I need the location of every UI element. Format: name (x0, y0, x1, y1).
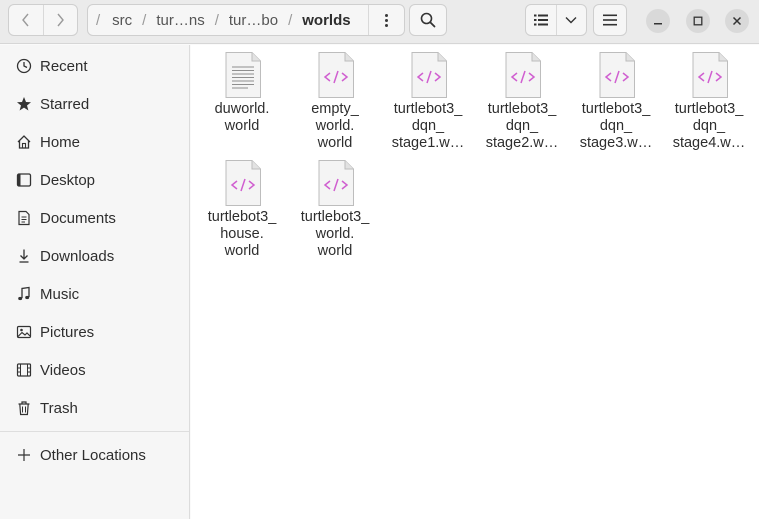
file-item[interactable]: duworld. world (196, 51, 288, 135)
sidebar-item-label: Recent (40, 57, 88, 75)
sidebar-item-label: Other Locations (40, 446, 146, 464)
path-separator: / (288, 11, 293, 29)
file-item[interactable]: turtlebot3_ dqn_ stage2.w… (476, 51, 568, 152)
view-options-group (525, 4, 587, 36)
chevron-down-icon (565, 17, 577, 24)
close-icon (732, 16, 742, 26)
sidebar-item-recent[interactable]: Recent (0, 51, 189, 81)
file-item[interactable]: empty_ world. world (289, 51, 381, 152)
file-item[interactable]: turtlebot3_ dqn_ stage4.w… (663, 51, 755, 152)
file-item[interactable]: turtlebot3_ dqn_ stage3.w… (570, 51, 662, 152)
plus-icon (14, 445, 34, 465)
file-name: turtlebot3_ world. world (300, 209, 370, 259)
sidebar-item-starred[interactable]: Starred (0, 89, 189, 119)
file-name: empty_ world. world (311, 101, 359, 151)
path-menu-button[interactable] (368, 5, 404, 35)
sidebar-item-downloads[interactable]: Downloads (0, 241, 189, 271)
desktop-icon (14, 170, 34, 190)
sidebar: Recent Starred Home Desktop Documents Do… (0, 45, 190, 519)
code-file-icon (318, 160, 354, 206)
sidebar-item-label: Starred (40, 95, 90, 113)
breadcrumb-tur-ns[interactable]: tur…ns (156, 12, 204, 29)
sidebar-item-trash[interactable]: Trash (0, 393, 189, 423)
code-file-icon (505, 52, 541, 98)
sidebar-item-documents[interactable]: Documents (0, 203, 189, 233)
home-icon (14, 132, 34, 152)
download-icon (14, 246, 34, 266)
sidebar-item-label: Trash (40, 399, 78, 417)
hamburger-icon (603, 14, 617, 26)
breadcrumb-tur-bo[interactable]: tur…bo (229, 12, 278, 29)
file-name: duworld. world (214, 101, 270, 134)
file-item[interactable]: turtlebot3_ world. world (289, 159, 381, 260)
code-file-icon (318, 52, 354, 98)
file-grid: duworld. world empty_ world. world turtl… (191, 45, 759, 519)
back-button[interactable] (9, 5, 43, 35)
sidebar-item-label: Documents (40, 209, 116, 227)
sidebar-item-label: Desktop (40, 171, 96, 189)
path-separator: / (96, 11, 101, 29)
star-icon (14, 94, 34, 114)
breadcrumb-src[interactable]: src (112, 12, 132, 29)
file-name: turtlebot3_ dqn_ stage1.w… (391, 101, 465, 151)
minimize-button[interactable] (646, 9, 670, 33)
chevron-left-icon (21, 13, 29, 27)
file-name: turtlebot3_ dqn_ stage2.w… (485, 101, 559, 151)
sidebar-item-videos[interactable]: Videos (0, 355, 189, 385)
sidebar-item-label: Videos (40, 361, 86, 379)
forward-button[interactable] (42, 5, 78, 35)
text-file-icon (225, 52, 261, 98)
file-name: turtlebot3_ house. world (207, 209, 277, 259)
navigation-buttons (8, 4, 78, 36)
sidebar-divider (0, 431, 189, 432)
music-icon (14, 284, 34, 304)
path-separator: / (214, 11, 219, 29)
search-icon (420, 12, 436, 28)
close-button[interactable] (725, 9, 749, 33)
header-bar: / src / tur…ns / tur…bo / worlds (0, 0, 759, 44)
chevron-right-icon (57, 13, 65, 27)
trash-icon (14, 398, 34, 418)
video-icon (14, 360, 34, 380)
list-view-icon (533, 14, 548, 26)
path-separator: / (142, 11, 147, 29)
file-item[interactable]: turtlebot3_ dqn_ stage1.w… (382, 51, 474, 152)
sidebar-item-home[interactable]: Home (0, 127, 189, 157)
sidebar-item-other-locations[interactable]: Other Locations (0, 440, 189, 470)
vertical-dots-icon (385, 13, 388, 27)
sidebar-item-label: Pictures (40, 323, 95, 341)
main-menu-button[interactable] (593, 4, 627, 36)
search-button[interactable] (409, 4, 447, 36)
clock-icon (14, 56, 34, 76)
minimize-icon (654, 23, 662, 25)
code-file-icon (692, 52, 728, 98)
sidebar-item-label: Home (40, 133, 81, 151)
file-name: turtlebot3_ dqn_ stage4.w… (672, 101, 746, 151)
sidebar-item-label: Downloads (40, 247, 115, 265)
breadcrumb-worlds[interactable]: worlds (302, 12, 350, 29)
file-item[interactable]: turtlebot3_ house. world (196, 159, 288, 260)
picture-icon (14, 322, 34, 342)
view-dropdown-button[interactable] (555, 5, 587, 35)
code-file-icon (411, 52, 447, 98)
path-bar: / src / tur…ns / tur…bo / worlds (87, 4, 405, 36)
file-name: turtlebot3_ dqn_ stage3.w… (579, 101, 653, 151)
sidebar-item-music[interactable]: Music (0, 279, 189, 309)
sidebar-item-desktop[interactable]: Desktop (0, 165, 189, 195)
code-file-icon (225, 160, 261, 206)
sidebar-item-pictures[interactable]: Pictures (0, 317, 189, 347)
maximize-icon (693, 16, 703, 26)
maximize-button[interactable] (686, 9, 710, 33)
sidebar-item-label: Music (40, 285, 80, 303)
document-icon (14, 208, 34, 228)
list-view-button[interactable] (526, 5, 556, 35)
code-file-icon (599, 52, 635, 98)
